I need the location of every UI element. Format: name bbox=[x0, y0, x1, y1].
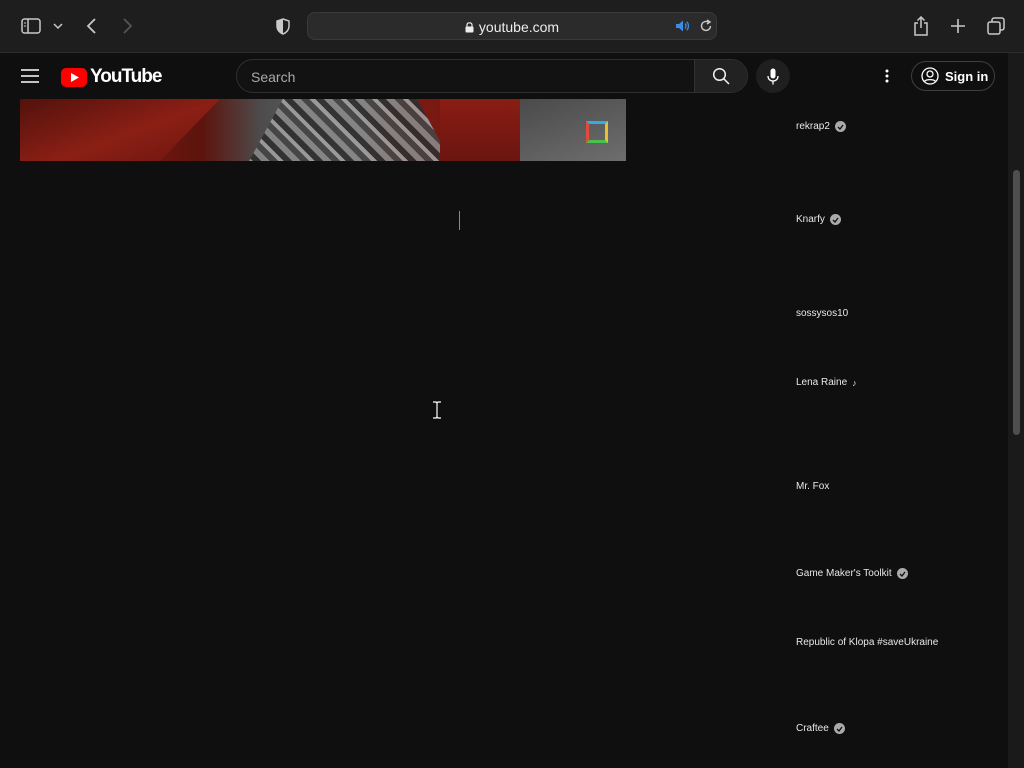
channel-name: Craftee bbox=[796, 723, 829, 734]
share-icon[interactable] bbox=[909, 14, 933, 38]
reload-icon[interactable] bbox=[699, 19, 713, 38]
channel-name: Republic of Klopa #saveUkraine bbox=[796, 637, 939, 648]
chevron-down-icon[interactable] bbox=[48, 14, 68, 38]
new-tab-icon[interactable] bbox=[946, 14, 970, 38]
channel-link[interactable]: Craftee bbox=[796, 723, 845, 734]
youtube-header: YouTube Sign in bbox=[0, 53, 1008, 99]
lock-icon bbox=[465, 20, 474, 36]
search-button[interactable] bbox=[694, 60, 747, 92]
youtube-play-icon bbox=[61, 67, 87, 87]
verified-badge-icon bbox=[829, 214, 841, 225]
channel-link[interactable]: rekrap2 bbox=[796, 121, 846, 132]
banner-red-block bbox=[20, 99, 220, 161]
address-bar[interactable]: youtube.com bbox=[307, 12, 717, 40]
banner-stone-texture bbox=[249, 99, 451, 161]
hamburger-menu-icon[interactable] bbox=[18, 65, 42, 87]
sign-in-label: Sign in bbox=[945, 68, 989, 84]
search-input[interactable] bbox=[249, 60, 693, 94]
back-icon[interactable] bbox=[80, 14, 104, 38]
tab-overview-icon[interactable] bbox=[984, 14, 1008, 38]
channel-link[interactable]: Lena Raine ♪ bbox=[796, 377, 857, 388]
account-icon bbox=[921, 67, 939, 85]
verified-badge-icon bbox=[834, 121, 846, 132]
channel-link[interactable]: Republic of Klopa #saveUkraine bbox=[796, 637, 938, 648]
sidebar-toggle-icon[interactable] bbox=[19, 14, 43, 38]
banner-grey-block bbox=[520, 99, 626, 161]
channel-link[interactable]: Mr. Fox bbox=[796, 481, 829, 492]
scrollbar-thumb[interactable] bbox=[1013, 170, 1020, 435]
channel-name: Lena Raine bbox=[796, 377, 848, 388]
microphone-icon bbox=[767, 68, 779, 84]
url-display[interactable]: youtube.com bbox=[308, 19, 716, 36]
text-caret bbox=[459, 211, 460, 230]
youtube-logo[interactable]: YouTube bbox=[61, 66, 162, 88]
channel-banner-image[interactable] bbox=[20, 99, 626, 161]
forward-icon[interactable] bbox=[115, 14, 139, 38]
channel-name: sossysos10 bbox=[796, 308, 849, 319]
channel-name: Mr. Fox bbox=[796, 481, 830, 492]
search-icon bbox=[712, 67, 730, 85]
channel-link[interactable]: Knarfy bbox=[796, 214, 841, 225]
url-text: youtube.com bbox=[478, 19, 560, 35]
channel-link[interactable]: sossysos10 bbox=[796, 308, 848, 319]
audio-playing-icon[interactable] bbox=[675, 19, 690, 38]
voice-search-button[interactable] bbox=[756, 59, 790, 93]
ibeam-cursor-icon bbox=[432, 401, 442, 419]
channel-link[interactable]: Game Maker's Toolkit bbox=[796, 568, 908, 579]
channel-name: Knarfy bbox=[796, 214, 825, 225]
verified-badge-icon bbox=[833, 723, 845, 734]
logo-text: YouTube bbox=[90, 66, 162, 87]
search-bar bbox=[236, 59, 748, 94]
more-options-icon[interactable] bbox=[876, 65, 898, 87]
banner-logo-icon bbox=[586, 121, 608, 143]
browser-toolbar: youtube.com bbox=[0, 0, 1024, 53]
music-note-icon: ♪ bbox=[852, 377, 857, 388]
channel-name: rekrap2 bbox=[796, 121, 830, 132]
verified-badge-icon bbox=[896, 568, 908, 579]
sign-in-button[interactable]: Sign in bbox=[911, 61, 995, 91]
channel-name: Game Maker's Toolkit bbox=[796, 568, 892, 579]
privacy-shield-icon[interactable] bbox=[271, 14, 295, 38]
